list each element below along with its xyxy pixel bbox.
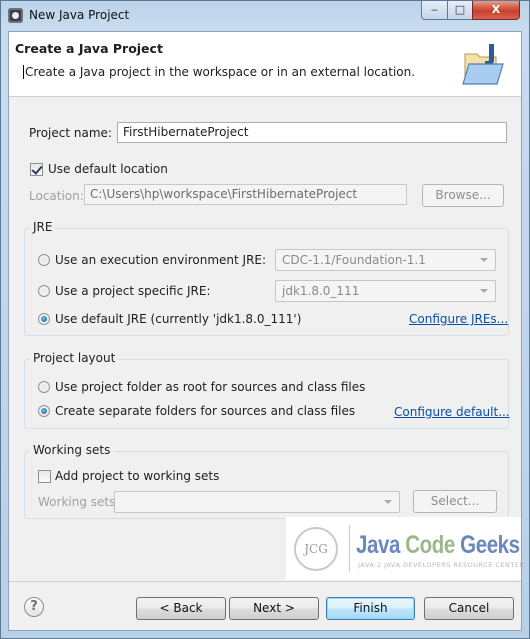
watermark-title: Java Code Geeks bbox=[356, 531, 520, 559]
add-to-working-sets-checkbox[interactable] bbox=[38, 470, 51, 483]
working-sets-group-title: Working sets bbox=[30, 443, 114, 457]
minimize-button[interactable]: ‒ bbox=[421, 1, 448, 20]
wizard-description: Create a Java project in the workspace o… bbox=[23, 65, 416, 79]
working-sets-label: Working sets: bbox=[38, 495, 120, 509]
finish-button[interactable]: Finish bbox=[326, 597, 415, 620]
execution-environment-label[interactable]: Use an execution environment JRE: bbox=[55, 253, 266, 267]
eclipse-app-icon bbox=[8, 8, 23, 23]
jcg-logo-icon: JCG bbox=[294, 527, 338, 571]
project-specific-jre-combo[interactable]: jdk1.8.0_111 bbox=[275, 280, 496, 302]
watermark-divider bbox=[349, 525, 350, 572]
use-default-location-label[interactable]: Use default location bbox=[48, 162, 168, 176]
browse-button[interactable]: Browse... bbox=[422, 184, 504, 207]
footer-divider bbox=[9, 581, 521, 582]
location-label: Location: bbox=[29, 189, 84, 203]
separate-folders-radio[interactable] bbox=[38, 405, 50, 417]
next-button[interactable]: Next > bbox=[229, 597, 319, 620]
working-sets-combo[interactable] bbox=[114, 491, 400, 513]
default-jre-label[interactable]: Use default JRE (currently 'jdk1.8.0_111… bbox=[55, 312, 301, 326]
window-title: New Java Project bbox=[29, 8, 130, 22]
execution-environment-radio[interactable] bbox=[38, 254, 50, 266]
project-folder-root-radio[interactable] bbox=[38, 381, 50, 393]
maximize-button[interactable]: □ bbox=[447, 1, 473, 20]
chevron-down-icon bbox=[480, 258, 488, 262]
project-name-label: Project name: bbox=[29, 126, 112, 140]
new-java-project-folder-icon bbox=[462, 44, 504, 85]
cancel-button[interactable]: Cancel bbox=[424, 597, 514, 620]
configure-default-link[interactable]: Configure default... bbox=[394, 405, 510, 419]
project-specific-jre-radio[interactable] bbox=[38, 285, 50, 297]
back-button[interactable]: < Back bbox=[136, 597, 226, 620]
separate-folders-label[interactable]: Create separate folders for sources and … bbox=[55, 404, 355, 418]
watermark-subtitle: Java 2 Java Developers Resource Center bbox=[358, 561, 525, 569]
chevron-down-icon bbox=[480, 289, 488, 293]
jre-group-title: JRE bbox=[30, 220, 56, 234]
wizard-header: Create a Java Project Create a Java proj… bbox=[9, 32, 521, 97]
help-icon[interactable]: ? bbox=[24, 597, 44, 617]
add-to-working-sets-label[interactable]: Add project to working sets bbox=[55, 469, 219, 483]
default-jre-radio[interactable] bbox=[38, 313, 50, 325]
java-code-geeks-watermark: JCG Java Code Geeks Java 2 Java Develope… bbox=[286, 517, 524, 580]
project-specific-jre-label[interactable]: Use a project specific JRE: bbox=[55, 284, 211, 298]
new-java-project-dialog: New Java Project ‒ □ X Create a Java Pro… bbox=[0, 0, 530, 639]
dialog-client-area: Create a Java Project Create a Java proj… bbox=[8, 31, 524, 631]
configure-jres-link[interactable]: Configure JREs... bbox=[409, 312, 508, 326]
use-default-location-checkbox[interactable] bbox=[30, 163, 43, 176]
project-specific-jre-value: jdk1.8.0_111 bbox=[282, 284, 360, 298]
location-input[interactable]: C:\Users\hp\workspace\FirstHibernateProj… bbox=[84, 184, 407, 205]
title-bar[interactable]: New Java Project ‒ □ X bbox=[1, 1, 529, 31]
close-button[interactable]: X bbox=[472, 1, 520, 20]
execution-environment-value: CDC-1.1/Foundation-1.1 bbox=[282, 253, 426, 267]
execution-environment-combo[interactable]: CDC-1.1/Foundation-1.1 bbox=[275, 249, 496, 271]
select-working-sets-button[interactable]: Select... bbox=[413, 490, 497, 513]
wizard-title: Create a Java Project bbox=[15, 41, 163, 56]
chevron-down-icon bbox=[384, 500, 392, 504]
project-name-input[interactable]: FirstHibernateProject bbox=[117, 122, 507, 143]
project-folder-root-label[interactable]: Use project folder as root for sources a… bbox=[55, 380, 365, 394]
project-layout-group-title: Project layout bbox=[30, 351, 119, 365]
